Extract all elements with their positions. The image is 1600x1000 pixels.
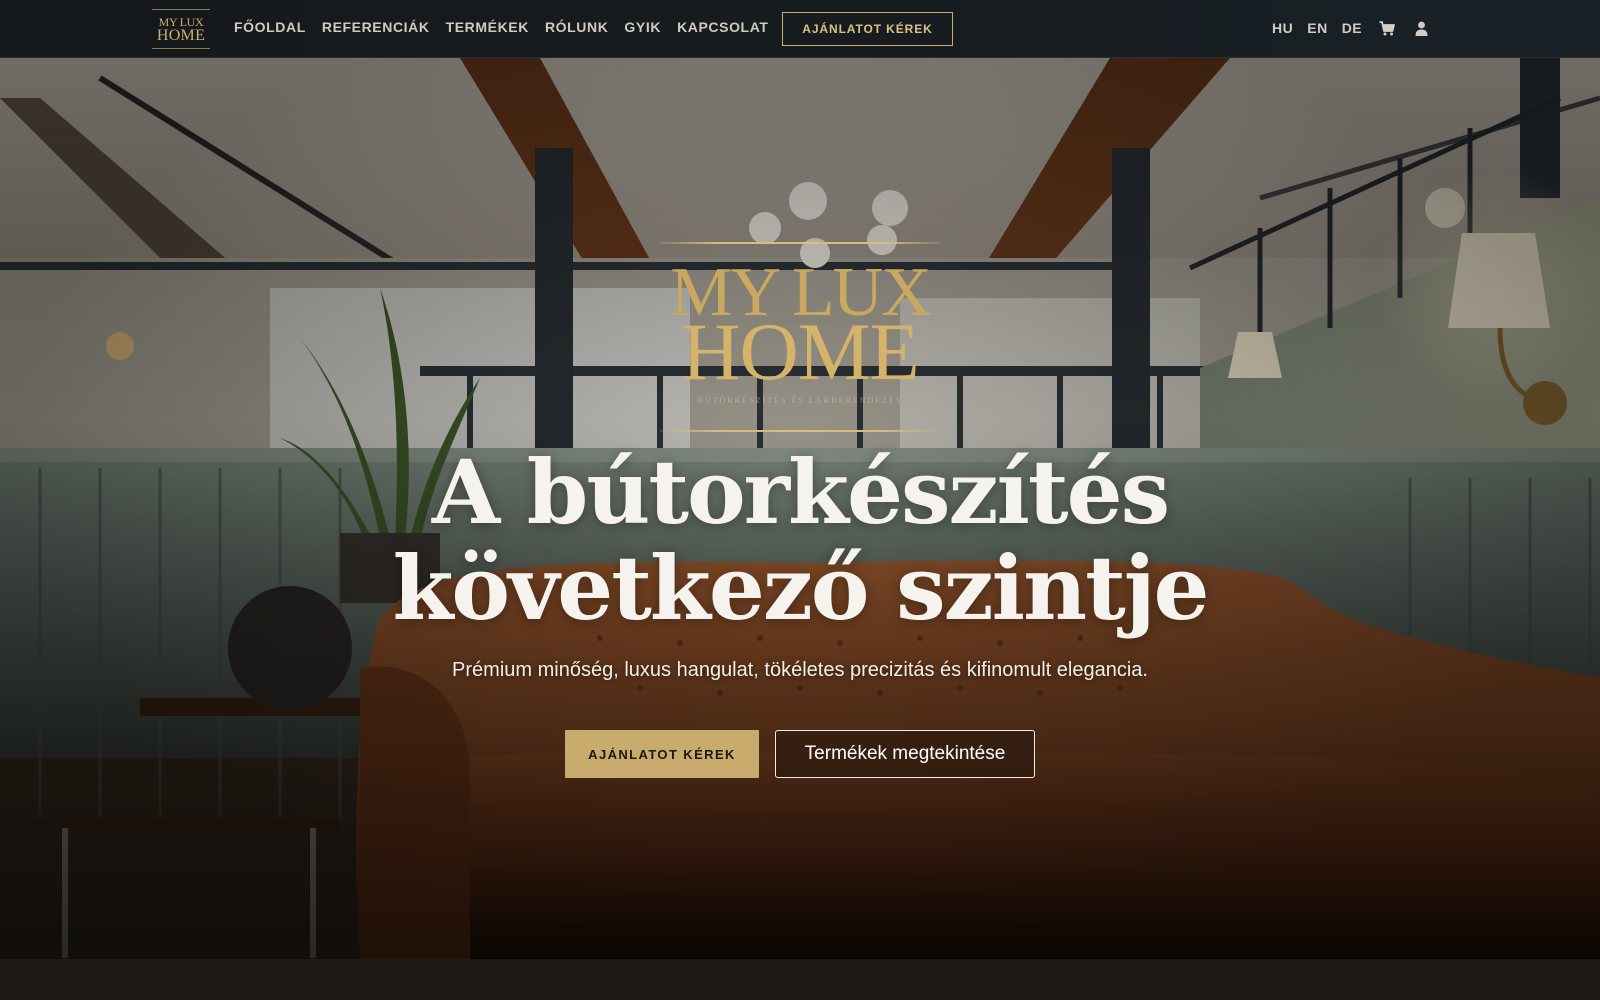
cart-icon[interactable] [1378, 19, 1396, 37]
hero-title-line2: következő szintje [392, 536, 1209, 640]
nav-link-about[interactable]: RÓLUNK [545, 19, 608, 35]
brand-tagline: BÚTORKÉSZÍTÉS ÉS LAKBERENDEZÉS [697, 396, 903, 405]
next-section-edge [0, 959, 1600, 1000]
nav-link-faq[interactable]: GYIK [624, 19, 661, 35]
hero-brand-logo: MY LUX HOME BÚTORKÉSZÍTÉS ÉS LAKBERENDEZ… [660, 242, 940, 432]
nav-link-products[interactable]: TERMÉKEK [446, 19, 529, 35]
hero-title-line1: A bútorkészítés [431, 440, 1170, 544]
logo-line1: MY LUX [158, 14, 204, 29]
brand-divider-top [660, 242, 940, 244]
user-icon[interactable] [1412, 19, 1430, 37]
nav-quote-button[interactable]: AJÁNLATOT KÉREK [782, 12, 953, 46]
hero-title: A bútorkészítés következő szintje [300, 444, 1300, 636]
lang-de[interactable]: DE [1342, 20, 1362, 36]
nav-link-home[interactable]: FŐOLDAL [234, 19, 306, 35]
hero-quote-button[interactable]: AJÁNLATOT KÉREK [565, 730, 759, 778]
main-menu: FŐOLDAL REFERENCIÁK TERMÉKEK RÓLUNK GYIK… [234, 19, 769, 35]
brand-divider-bottom [660, 430, 940, 432]
view-products-button[interactable]: Termékek megtekintése [775, 730, 1035, 778]
nav-link-references[interactable]: REFERENCIÁK [322, 19, 430, 35]
site-logo[interactable]: MY LUX HOME [152, 9, 210, 49]
hero-section: MY LUX HOME BÚTORKÉSZÍTÉS ÉS LAKBERENDEZ… [0, 58, 1600, 959]
logo-line2: HOME [156, 26, 206, 44]
brand-line2: HOME [681, 306, 919, 397]
lang-en[interactable]: EN [1307, 20, 1327, 36]
top-navbar: MY LUX HOME FŐOLDAL REFERENCIÁK TERMÉKEK… [0, 0, 1600, 58]
nav-link-contact[interactable]: KAPCSOLAT [677, 19, 768, 35]
lang-hu[interactable]: HU [1272, 20, 1293, 36]
hero-subtitle: Prémium minőség, luxus hangulat, tökélet… [452, 659, 1148, 681]
nav-utilities: HU EN DE [1272, 19, 1430, 37]
